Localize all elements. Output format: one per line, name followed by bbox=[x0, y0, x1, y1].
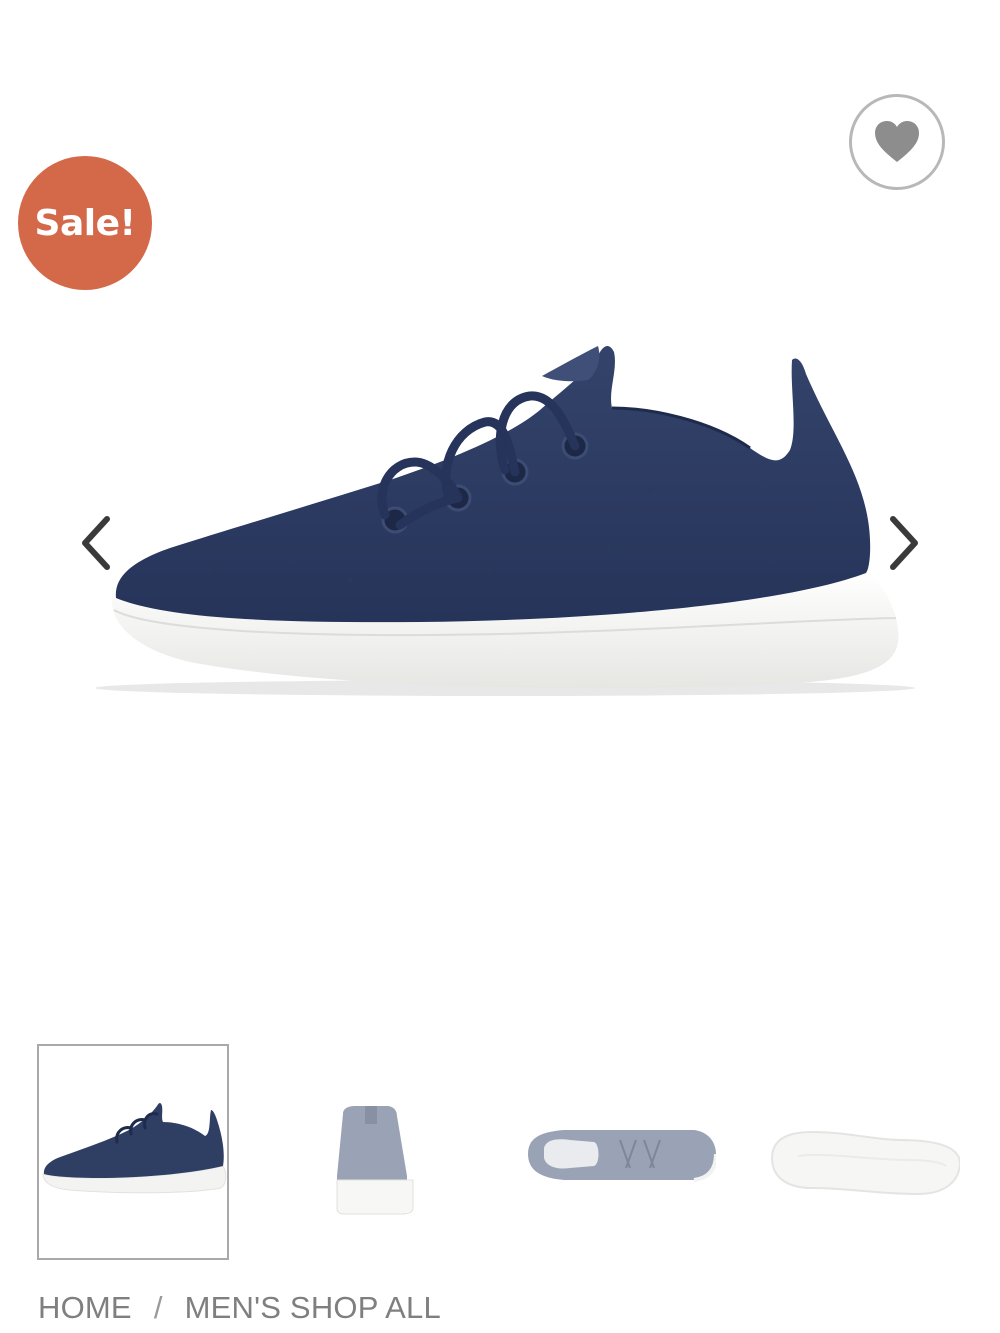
thumbnail-side-view[interactable] bbox=[37, 1044, 229, 1260]
wishlist-button[interactable] bbox=[849, 94, 945, 190]
sale-badge-label: Sale! bbox=[34, 202, 136, 244]
thumbnail-back-view[interactable] bbox=[283, 1044, 475, 1260]
main-product-image bbox=[95, 346, 915, 696]
thumbnail-sole-view[interactable] bbox=[768, 1044, 960, 1260]
breadcrumb-mens-shop-all-link[interactable]: MEN'S SHOP ALL bbox=[185, 1290, 441, 1326]
thumbnail-strip bbox=[0, 1040, 1000, 1265]
sale-badge: Sale! bbox=[18, 156, 152, 290]
product-image-gallery: Sale! bbox=[0, 0, 1000, 1260]
breadcrumb-home-link[interactable]: HOME bbox=[38, 1290, 132, 1326]
thumbnail-image bbox=[528, 1130, 716, 1182]
heart-icon bbox=[875, 121, 919, 162]
breadcrumb: HOME / MEN'S SHOP ALL bbox=[38, 1288, 441, 1328]
thumbnail-top-view[interactable] bbox=[524, 1044, 716, 1260]
thumbnail-image bbox=[42, 1103, 227, 1194]
thumbnail-image bbox=[336, 1106, 414, 1215]
breadcrumb-separator: / bbox=[153, 1290, 163, 1325]
thumbnail-image bbox=[770, 1130, 960, 1196]
